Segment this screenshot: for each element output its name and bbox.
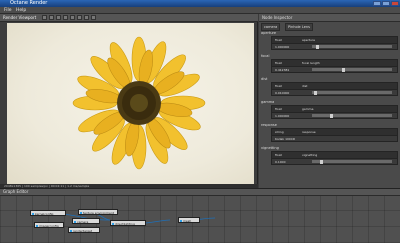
viewport-toolbar: Render Viewport <box>0 14 258 22</box>
inspector-header: Node Inspector <box>259 14 400 22</box>
graph-links <box>54 213 216 225</box>
graph-canvas[interactable]: kernelconfig imagerconfig camera rendert… <box>0 196 400 243</box>
viewport-title: Render Viewport <box>3 15 37 20</box>
zoom-icon[interactable] <box>77 15 82 20</box>
maximize-button[interactable] <box>382 1 390 6</box>
row-dist-value[interactable]: 0.010000 <box>271 89 398 96</box>
node-mesh[interactable]: mesh <box>178 217 200 223</box>
gamma-slider[interactable] <box>312 114 392 117</box>
save-icon[interactable] <box>84 15 89 20</box>
focal-slider-thumb[interactable] <box>342 67 345 72</box>
vignetting-slider[interactable] <box>312 160 392 163</box>
tab-pinhole-lens[interactable]: Pinhole Lens <box>285 23 313 31</box>
response-select[interactable]: Kodak 100CD <box>271 135 398 142</box>
dist-slider-thumb[interactable] <box>314 90 317 95</box>
restart-icon[interactable] <box>42 15 47 20</box>
play-icon[interactable] <box>49 15 54 20</box>
node-inspector: Node Inspector camera Pinhole Lens apert… <box>259 14 400 188</box>
graph-header: Graph Editor <box>0 189 400 196</box>
vignetting-slider-thumb[interactable] <box>320 159 323 164</box>
dist-slider[interactable] <box>312 91 392 94</box>
node-kernelconfig[interactable]: kernelconfig <box>30 210 66 216</box>
stop-icon[interactable] <box>63 15 68 20</box>
row-label-dist: dist <box>261 77 268 81</box>
tab-camera[interactable]: camera <box>261 23 281 31</box>
row-label-vignetting: vignetting <box>261 146 279 150</box>
minimize-button[interactable] <box>373 1 381 6</box>
graph-editor: Graph Editor kernelconfig imagerconfig c… <box>0 188 400 243</box>
row-aperture-value[interactable]: 1.000000 <box>271 43 398 50</box>
node-camera[interactable]: camera <box>72 218 100 224</box>
inspector-tabs: camera Pinhole Lens <box>261 23 398 31</box>
aperture-slider[interactable] <box>312 45 392 48</box>
menu-bar: File Help <box>0 7 400 14</box>
row-vignetting-value[interactable]: 0.1000 <box>271 158 398 165</box>
row-gamma-value[interactable]: 1.000000 <box>271 112 398 119</box>
row-label-aperture: aperture <box>261 31 277 35</box>
row-focal-value[interactable]: 0.412381 <box>271 66 398 73</box>
aperture-slider-thumb[interactable] <box>316 44 319 49</box>
pause-icon[interactable] <box>56 15 61 20</box>
row-label-focal: focal <box>261 54 270 58</box>
gamma-slider-thumb[interactable] <box>330 113 333 118</box>
menu-help[interactable]: Help <box>16 7 26 14</box>
render-image[interactable] <box>7 23 254 185</box>
inspector-title: Node Inspector <box>262 15 293 20</box>
close-button[interactable] <box>391 1 399 6</box>
sunflower-render <box>72 36 206 170</box>
focal-slider[interactable] <box>312 68 392 71</box>
node-rendertarget[interactable]: rendertarget <box>68 227 100 233</box>
node-texture-environment[interactable]: texture environment <box>78 209 118 215</box>
menu-file[interactable]: File <box>4 7 12 14</box>
render-viewport: Render Viewport 2048x1365 | 100 samples/… <box>0 14 258 188</box>
settings-icon[interactable] <box>91 15 96 20</box>
window-titlebar: Octane Render <box>0 0 400 7</box>
graph-title: Graph Editor <box>3 189 29 194</box>
camera-icon[interactable] <box>70 15 75 20</box>
row-label-gamma: gamma <box>261 100 275 104</box>
window-title: Octane Render <box>10 0 48 6</box>
node-imagerconfig[interactable]: imagerconfig <box>34 222 64 228</box>
window-controls <box>373 1 399 6</box>
node-directlighting[interactable]: directlighting <box>110 220 146 226</box>
row-label-response: response <box>261 123 277 127</box>
